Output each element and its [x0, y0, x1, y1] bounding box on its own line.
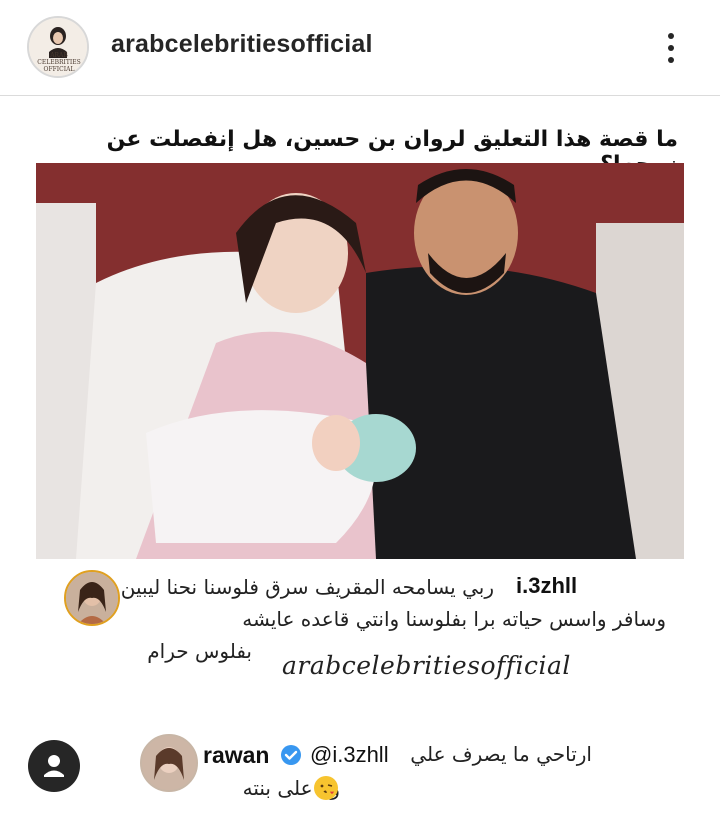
comment-line-2: وسافر واسس حياته برا بفلوسنا وانتي قاعده…: [242, 607, 666, 631]
kiss-emoji-icon: [314, 776, 338, 800]
commenter-portrait-icon: [66, 572, 118, 624]
reply-mention: @i.3zhll: [310, 742, 389, 767]
verified-badge-icon: [281, 745, 301, 765]
person-icon: [44, 755, 64, 777]
profile-user-icon[interactable]: [28, 740, 80, 792]
screenshot-reply: rawan @i.3zhll ارتاحي ما يصرف علي ولا عل…: [0, 732, 720, 822]
reply-line-1: ارتاحي ما يصرف علي: [410, 742, 592, 766]
reply-portrait-icon: [142, 736, 196, 790]
kiss-face-icon: [320, 784, 334, 794]
comment-line-3: بفلوس حرام: [147, 639, 252, 663]
reply-username: rawan: [203, 742, 270, 768]
photo-illustration: [36, 163, 684, 559]
post-image[interactable]: ما قصة هذا التعليق لروان بن حسين، هل إنف…: [0, 97, 720, 832]
commenter-username: i.3zhll: [516, 573, 578, 598]
more-vertical-icon[interactable]: [656, 26, 686, 70]
commenter-avatar: [64, 570, 120, 626]
avatar-logo-text: ARAB CELEBRITIES OFFICIAL: [37, 52, 81, 73]
account-username[interactable]: arabcelebritiesofficial: [111, 30, 373, 59]
family-photo: [36, 163, 684, 559]
reply-avatar: [140, 734, 198, 792]
watermark-text: arabcelebritiesofficial: [282, 651, 571, 680]
comment-line-1: ربي يسامحه المقريف سرق فلوسنا نحنا ليبين: [120, 575, 494, 599]
post-header: ARAB CELEBRITIES OFFICIAL arabcelebritie…: [0, 0, 720, 96]
account-avatar[interactable]: ARAB CELEBRITIES OFFICIAL: [27, 16, 89, 78]
